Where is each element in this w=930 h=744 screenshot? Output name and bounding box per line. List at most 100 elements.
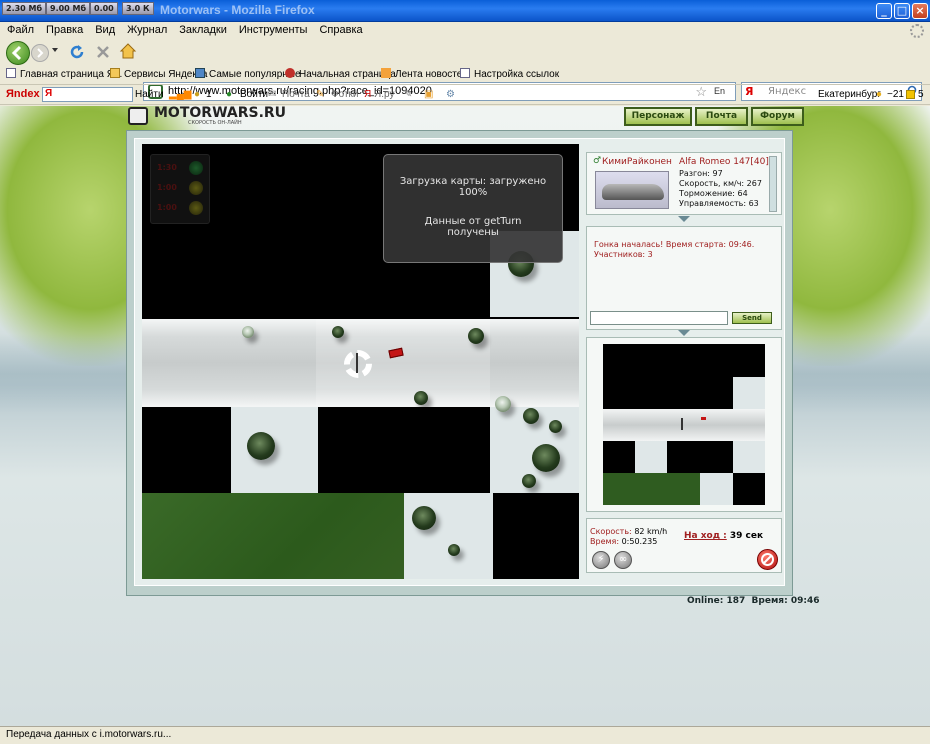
nav-character-button[interactable]: Персонаж <box>624 107 692 126</box>
player-scrollbar[interactable] <box>769 156 777 212</box>
snow-tile <box>404 493 493 579</box>
forward-button[interactable] <box>31 44 49 62</box>
minimap[interactable] <box>603 344 765 505</box>
close-button[interactable]: × <box>912 3 928 19</box>
yandex-find-button[interactable]: Найти <box>135 89 164 100</box>
minimize-button[interactable]: _ <box>876 3 892 19</box>
tree <box>549 420 562 433</box>
page-content: MOTORWARS.RU СКОРОСТЬ ОН-ЛАЙН Персонаж П… <box>0 106 930 726</box>
minimap-finish-marker <box>681 418 683 430</box>
yandex-logo[interactable]: Яndex <box>6 88 40 100</box>
footer-stats: Online: 187 Время: 09:46 <box>687 596 819 606</box>
chat-input[interactable] <box>590 311 728 325</box>
bookmark-item[interactable]: Настройка ссылок <box>460 68 559 80</box>
history-dropdown-icon[interactable] <box>52 48 58 52</box>
envelope-icon: ✉ <box>268 89 277 100</box>
memory-chip-1: 2.30 Мб <box>2 2 47 15</box>
finish-marker <box>356 353 358 373</box>
minimap-car <box>701 417 706 420</box>
menu-view[interactable]: Вид <box>88 22 120 36</box>
time-readout: Время: 0:50.235 <box>590 537 658 546</box>
menu-edit[interactable]: Правка <box>39 22 88 36</box>
yandex-photos[interactable]: Фотки <box>331 89 359 100</box>
car-name[interactable]: Alfa Romeo 147[40] <box>679 157 769 167</box>
menu-tools[interactable]: Инструменты <box>232 22 313 36</box>
menu-bookmarks[interactable]: Закладки <box>172 22 232 36</box>
settings-icon[interactable]: ⚙ <box>446 89 455 100</box>
edit-icon[interactable]: ✎ <box>404 89 412 100</box>
firefox-icon <box>285 68 295 78</box>
snow-tile <box>231 407 318 493</box>
turn-timer: На ход : 39 сек <box>684 531 764 541</box>
menu-file[interactable]: Файл <box>0 22 39 36</box>
forward-arrow-icon <box>37 48 44 58</box>
player-info-panel: ♂ КимиРайконен Alfa Romeo 147[40] Разгон… <box>586 152 782 215</box>
online-count: Online: 187 <box>687 596 746 606</box>
logo-subtitle: СКОРОСТЬ ОН-ЛАЙН <box>188 120 242 126</box>
folder-icon <box>110 68 120 78</box>
tree <box>242 326 254 338</box>
car-image <box>595 171 669 209</box>
yaru-icon: Я <box>364 89 372 100</box>
boost-button[interactable]: ⚡ <box>592 551 610 569</box>
bookmark-item[interactable]: Главная страница Я... <box>6 68 122 80</box>
weather-city[interactable]: Екатеринбург <box>818 89 881 100</box>
loading-line-3: Данные от getTurn <box>424 216 522 227</box>
collapse-arrow-icon[interactable] <box>678 330 690 336</box>
loading-line-4: получены <box>447 227 499 238</box>
green-light <box>189 161 203 175</box>
light-row: 1:30 <box>157 161 207 177</box>
yandex-bar: Яndex Я Найти ▂▄▆ ● 1 ● Войти ✉ Почта ✎ … <box>0 84 930 105</box>
photos-icon: ✎ <box>316 89 325 100</box>
start-lights: 1:30 1:00 1:00 <box>150 154 210 224</box>
menu-history[interactable]: Журнал <box>120 22 172 36</box>
tree <box>495 396 511 412</box>
rss-icon <box>195 68 205 78</box>
yandex-mail[interactable]: Почта <box>282 89 310 100</box>
window-title: Motorwars - Mozilla Firefox <box>160 3 315 17</box>
light-row: 1:00 <box>157 201 207 217</box>
player-name[interactable]: КимиРайконен <box>602 157 672 167</box>
menu-help[interactable]: Справка <box>312 22 367 36</box>
bookmarks-bar: Главная страница Я... Сервисы Яндекса Са… <box>0 64 930 84</box>
nav-forum-button[interactable]: Форум <box>751 107 804 126</box>
maximize-button[interactable]: □ <box>894 3 910 19</box>
tree <box>412 506 436 530</box>
home-icon[interactable] <box>119 42 137 60</box>
brake-button[interactable]: ∞ <box>614 551 632 569</box>
memory-chip-4: 3.0 К <box>122 2 154 15</box>
traffic-icon <box>906 90 915 99</box>
back-arrow-icon <box>11 45 22 61</box>
yandex-yaru[interactable]: Я.ру <box>374 89 394 100</box>
bookmark-item[interactable]: Лента новостей <box>381 68 468 80</box>
folder-icon[interactable]: ▣ <box>424 89 433 100</box>
stop-sign-icon <box>761 553 774 566</box>
reload-icon[interactable] <box>68 43 86 61</box>
tree <box>448 544 460 556</box>
back-button[interactable] <box>6 41 30 65</box>
chat-log: Гонка началась! Время старта: 09:46. Уча… <box>594 240 755 259</box>
loading-spinner-icon <box>344 350 372 378</box>
login-icon: ● <box>226 89 233 100</box>
stop-icon[interactable] <box>94 43 112 61</box>
quit-race-button[interactable] <box>757 549 778 570</box>
nav-toolbar: http://www.motorwars.ru/racing.php?race_… <box>0 40 930 101</box>
collapse-arrow-icon[interactable] <box>678 216 690 222</box>
light-row: 1:00 <box>157 181 207 197</box>
yandex-mail-count[interactable]: 1 <box>206 89 212 100</box>
nav-mail-button[interactable]: Почта <box>695 107 748 126</box>
bookmark-item[interactable]: Сервисы Яндекса <box>110 68 207 80</box>
tree <box>522 474 536 488</box>
tree <box>414 391 428 405</box>
chat-send-button[interactable]: Send <box>732 312 772 324</box>
weather-temp: −21 <box>887 89 904 100</box>
menu-bar: Файл Правка Вид Журнал Закладки Инструменты Сп… <box>0 22 930 40</box>
tree <box>523 408 539 424</box>
bookmark-item[interactable]: Начальная страница <box>285 68 396 80</box>
loading-line-1: Загрузка карты: загружено <box>399 176 547 187</box>
logo-text: MOTORWARS.RU <box>154 106 287 121</box>
yandex-login[interactable]: Войти <box>240 89 268 100</box>
memory-chip-2: 9.00 Мб <box>46 2 91 15</box>
yandex-search-input[interactable]: Я <box>42 87 133 102</box>
car-stats: Разгон: 97 Скорость, км/ч: 267 Торможени… <box>679 169 762 208</box>
